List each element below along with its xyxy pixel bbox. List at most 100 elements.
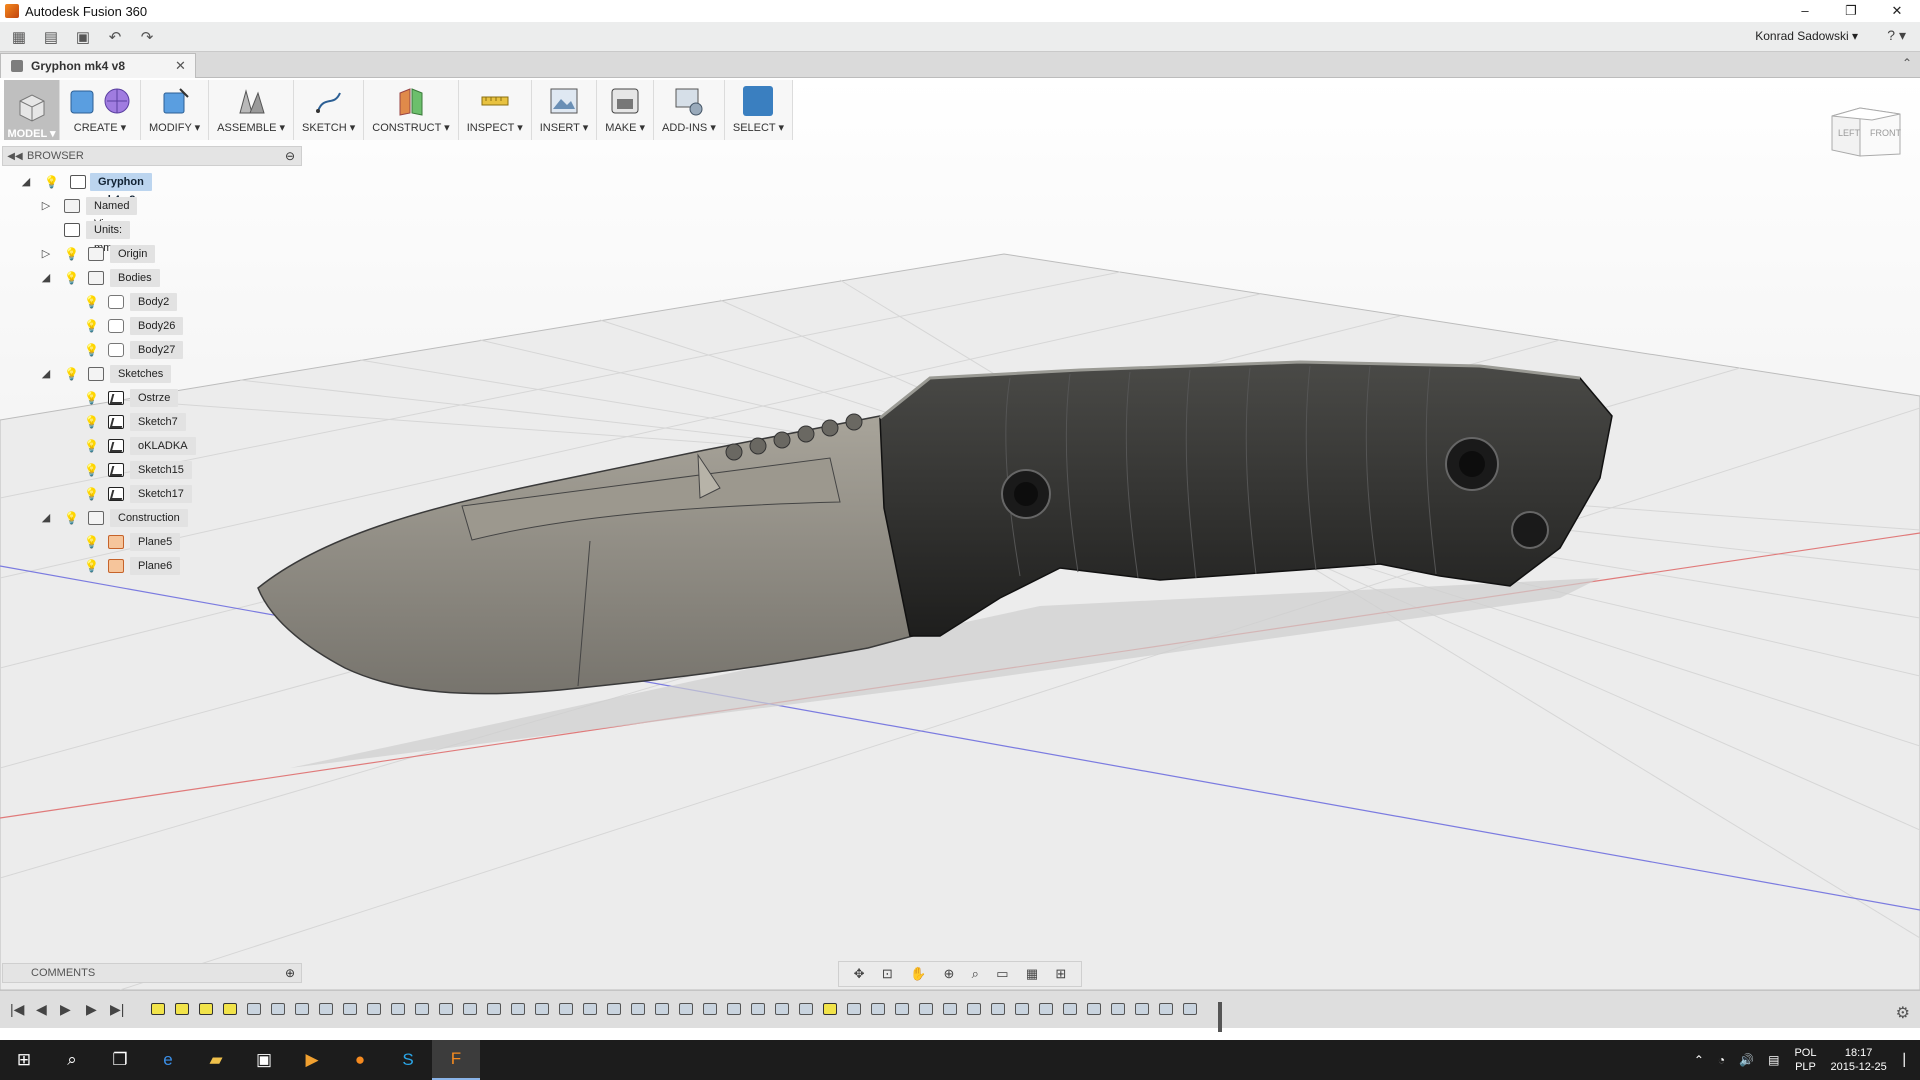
network-icon[interactable]: ◔ <box>1718 1053 1725 1067</box>
volume-icon[interactable]: 🔊 <box>1739 1053 1754 1067</box>
timeline-play[interactable]: ▶ <box>60 1001 71 1018</box>
orbit-icon[interactable]: ✥ <box>854 966 865 982</box>
fusion360-icon[interactable]: F <box>432 1040 480 1080</box>
visibility-bulb-icon[interactable]: 💡 <box>84 342 99 358</box>
user-account-menu[interactable]: Konrad Sadowski ▾ <box>1755 29 1858 43</box>
grid-settings-icon[interactable]: ▦ <box>1026 966 1038 982</box>
look-at-icon[interactable]: ⊡ <box>882 966 893 982</box>
timeline-feature-icon[interactable] <box>650 999 674 1019</box>
timeline-feature-icon[interactable] <box>338 999 362 1019</box>
timeline-step-back[interactable]: ◀ <box>36 1001 47 1018</box>
timeline-sketch-feature-icon[interactable] <box>218 999 242 1019</box>
timeline-feature-icon[interactable] <box>1082 999 1106 1019</box>
make-menu[interactable]: MAKE ▾ <box>597 80 655 140</box>
timeline-feature-icon[interactable] <box>722 999 746 1019</box>
timeline-go-to-start[interactable]: |◀ <box>10 1001 24 1018</box>
tree-item-label[interactable]: Sketch17 <box>130 485 192 503</box>
search-icon[interactable]: ⌕ <box>48 1040 96 1080</box>
visibility-bulb-icon[interactable]: 💡 <box>64 510 79 526</box>
tree-item-label[interactable]: Named Views <box>86 197 138 230</box>
timeline-feature-icon[interactable] <box>434 999 458 1019</box>
timeline-feature-icon[interactable] <box>458 999 482 1019</box>
timeline-feature-icon[interactable] <box>1010 999 1034 1019</box>
display-settings-icon[interactable]: ▭ <box>996 966 1008 982</box>
tree-item-label[interactable]: Body27 <box>130 341 184 359</box>
task-view-icon[interactable]: ❐ <box>96 1040 144 1080</box>
action-center-icon[interactable]: ▤ <box>1768 1053 1779 1067</box>
tree-item-label[interactable]: Sketches <box>110 365 172 383</box>
tree-item-label[interactable]: Origin <box>110 245 156 263</box>
visibility-bulb-icon[interactable]: 💡 <box>84 318 99 334</box>
visibility-bulb-icon[interactable]: 💡 <box>84 414 99 430</box>
timeline-feature-icon[interactable] <box>794 999 818 1019</box>
collapsed-triangle-icon[interactable]: ▷ <box>40 200 52 212</box>
insert-menu[interactable]: INSERT ▾ <box>532 80 598 140</box>
timeline-feature-icon[interactable] <box>1106 999 1130 1019</box>
timeline-feature-icon[interactable] <box>962 999 986 1019</box>
timeline-feature-icon[interactable] <box>914 999 938 1019</box>
add-ins-menu[interactable]: ADD-INS ▾ <box>654 80 725 140</box>
zoom-icon[interactable]: ⊕ <box>943 966 954 982</box>
clock[interactable]: 18:17 2015-12-25 <box>1830 1046 1886 1074</box>
visibility-bulb-icon[interactable]: 💡 <box>84 438 99 454</box>
start-icon[interactable]: ⊞ <box>0 1040 48 1080</box>
media-player-icon[interactable]: ▶ <box>288 1040 336 1080</box>
timeline-sketch-feature-icon[interactable] <box>818 999 842 1019</box>
data-panel-grid-icon[interactable]: ▦ <box>6 26 32 48</box>
timeline-feature-icon[interactable] <box>698 999 722 1019</box>
tree-root-label[interactable]: Gryphon mk4 v8 <box>90 173 152 206</box>
viewports-icon[interactable]: ⊞ <box>1055 966 1066 982</box>
timeline-feature-icon[interactable] <box>386 999 410 1019</box>
visibility-bulb-icon[interactable]: 💡 <box>64 366 79 382</box>
timeline-feature-icon[interactable] <box>746 999 770 1019</box>
visibility-bulb-icon[interactable]: 💡 <box>84 462 99 478</box>
fit-icon[interactable]: ⌕ <box>972 966 979 982</box>
tree-item-label[interactable]: Units: mm <box>86 221 131 254</box>
model-workspace-switcher[interactable]: MODEL ▾ <box>4 80 60 140</box>
canvas-viewport[interactable] <box>0 78 1920 990</box>
timeline-feature-icon[interactable] <box>890 999 914 1019</box>
knife-model-scene[interactable] <box>0 78 1920 990</box>
timeline-track[interactable] <box>146 999 1202 1021</box>
edge-icon[interactable]: e <box>144 1040 192 1080</box>
timeline-step-forward[interactable]: ▶ <box>86 1001 97 1018</box>
sketch-menu[interactable]: SKETCH ▾ <box>294 80 365 140</box>
tree-item-label[interactable]: Body2 <box>130 293 178 311</box>
tree-item-label[interactable]: Sketch7 <box>130 413 186 431</box>
tree-item-label[interactable]: Body26 <box>130 317 184 335</box>
expanded-triangle-icon[interactable]: ◢ <box>40 368 52 380</box>
inspect-menu[interactable]: INSPECT ▾ <box>459 80 532 140</box>
timeline-go-to-end[interactable]: ▶| <box>110 1001 124 1018</box>
browser-pin-icon[interactable]: ⊖ <box>285 149 301 163</box>
tree-item-label[interactable]: Sketch15 <box>130 461 192 479</box>
save-icon[interactable]: ▣ <box>70 26 96 48</box>
store-icon[interactable]: ▣ <box>240 1040 288 1080</box>
close-tab-icon[interactable]: ✕ <box>175 58 195 74</box>
expanded-triangle-icon[interactable]: ◢ <box>20 176 32 188</box>
skype-icon[interactable]: S <box>384 1040 432 1080</box>
timeline-feature-icon[interactable] <box>866 999 890 1019</box>
timeline-feature-icon[interactable] <box>1154 999 1178 1019</box>
timeline-feature-icon[interactable] <box>770 999 794 1019</box>
minimize-button[interactable]: – <box>1782 0 1828 22</box>
modify-menu[interactable]: MODIFY ▾ <box>141 80 210 140</box>
redo-icon[interactable]: ↷ <box>134 26 160 48</box>
document-tab[interactable]: Gryphon mk4 v8 ✕ <box>0 53 196 78</box>
tree-item-label[interactable]: Construction <box>110 509 188 527</box>
tree-item-label[interactable]: Plane5 <box>130 533 181 551</box>
file-menu-icon[interactable]: ▤ <box>38 26 64 48</box>
timeline-feature-icon[interactable] <box>554 999 578 1019</box>
input-language-indicator[interactable]: POL PLP <box>1794 1046 1816 1074</box>
add-comment-icon[interactable]: ⊕ <box>285 966 301 980</box>
assemble-menu[interactable]: ASSEMBLE ▾ <box>209 80 295 140</box>
close-button[interactable]: ✕ <box>1874 0 1920 22</box>
timeline-feature-icon[interactable] <box>1178 999 1202 1019</box>
tree-item-label[interactable]: Plane6 <box>130 557 181 575</box>
timeline-feature-icon[interactable] <box>362 999 386 1019</box>
tree-item-label[interactable]: Ostrze <box>130 389 179 407</box>
timeline-feature-icon[interactable] <box>1130 999 1154 1019</box>
create-menu[interactable]: CREATE ▾ <box>60 80 141 140</box>
show-hidden-icons-icon[interactable]: ⌃ <box>1694 1053 1704 1067</box>
comments-panel-header[interactable]: COMMENTS ⊕ <box>2 963 302 983</box>
timeline-feature-icon[interactable] <box>1034 999 1058 1019</box>
